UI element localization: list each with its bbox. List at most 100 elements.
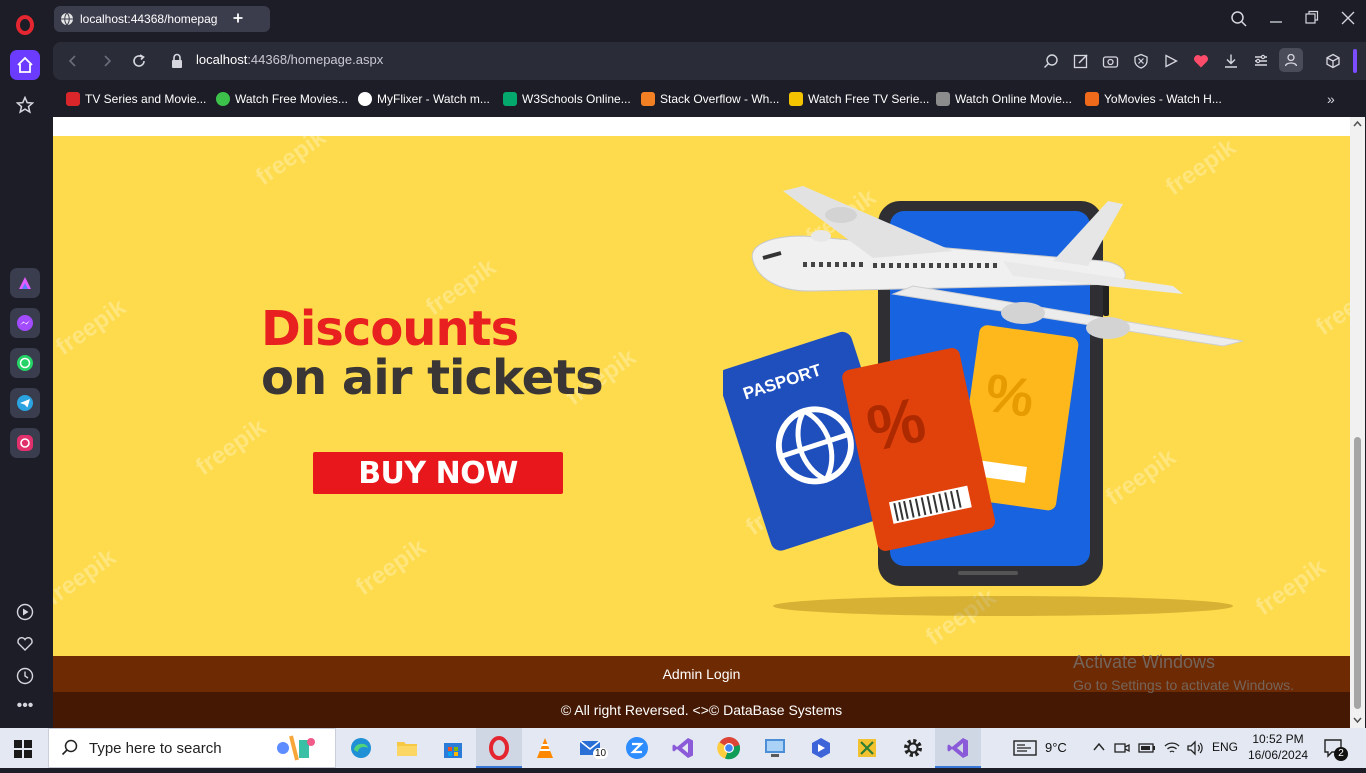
windows-taskbar: Type here to search 10 9°C ENG 10:52 PM … [0, 728, 1366, 768]
bookmark-item[interactable]: Watch Online Movie... [936, 90, 1072, 108]
player-icon[interactable] [10, 597, 40, 627]
bookmark-item[interactable]: MyFlixer - Watch m... [358, 90, 490, 108]
adblock-icon[interactable] [1133, 53, 1149, 74]
bookmark-item[interactable]: Stack Overflow - Wh... [641, 90, 779, 108]
bookmark-favicon-icon [641, 92, 655, 106]
edge-icon[interactable] [349, 736, 373, 760]
page-viewport: freepik freepik freepik freepik freepik … [53, 117, 1365, 728]
visual-studio-active-button[interactable] [935, 728, 981, 768]
instagram-icon[interactable] [10, 428, 40, 458]
bookmark-item[interactable]: TV Series and Movie... [66, 90, 206, 108]
lock-icon[interactable] [170, 53, 184, 74]
forward-icon[interactable] [99, 53, 115, 74]
vlc-icon[interactable] [533, 736, 557, 760]
restore-icon[interactable] [1304, 10, 1320, 31]
edit-icon[interactable] [1073, 53, 1089, 74]
history-icon[interactable] [10, 661, 40, 691]
system-clock[interactable]: 10:52 PM 16/06/2024 [1248, 731, 1308, 763]
notification-icon[interactable]: 2 [1323, 738, 1348, 763]
promo-banner: freepik freepik freepik freepik freepik … [53, 136, 1350, 656]
activate-subtitle: Go to Settings to activate Windows. [1073, 677, 1294, 693]
settings-gear-icon[interactable] [901, 736, 925, 760]
taskbar-search-box[interactable]: Type here to search [48, 728, 336, 768]
clock-date: 16/06/2024 [1248, 748, 1309, 762]
heart-fill-icon[interactable] [1193, 53, 1209, 74]
clock-time: 10:52 PM [1252, 732, 1304, 746]
browser-sidebar: ••• [0, 0, 50, 728]
remote-desktop-icon[interactable] [763, 736, 787, 760]
bookmark-item[interactable]: Watch Free Movies... [216, 90, 348, 108]
sidebar-accent [1353, 49, 1357, 73]
file-explorer-icon[interactable] [395, 736, 419, 760]
profile-icon[interactable] [1279, 48, 1303, 77]
zoom-icon[interactable] [625, 736, 649, 760]
page-scrollbar[interactable] [1350, 117, 1365, 728]
visual-studio-icon[interactable] [671, 736, 695, 760]
activate-title: Activate Windows [1073, 652, 1216, 672]
url-field[interactable]: localhost:44368/homepage.aspx [196, 52, 383, 67]
bookmark-favicon-icon [789, 92, 803, 106]
heart-icon[interactable] [10, 629, 40, 659]
home-icon[interactable] [10, 50, 40, 80]
more-icon[interactable]: ••• [10, 691, 40, 721]
chevron-up-icon[interactable] [1092, 740, 1106, 759]
telegram-icon[interactable] [10, 388, 40, 418]
weather-temp[interactable]: 9°C [1045, 740, 1067, 755]
mail-badge: 10 [593, 748, 609, 759]
bookmark-item[interactable]: YoMovies - Watch H... [1085, 90, 1222, 108]
bookmark-item[interactable]: Watch Free TV Serie... [789, 90, 929, 108]
mail-icon[interactable]: 10 [579, 736, 609, 760]
messenger-icon[interactable] [10, 308, 40, 338]
volume-icon[interactable] [1186, 740, 1204, 761]
back-icon[interactable] [65, 53, 81, 74]
snipping-tool-icon[interactable] [855, 736, 879, 760]
bookmark-label: Watch Free TV Serie... [808, 92, 930, 106]
watermark-text: freepik [351, 533, 431, 601]
battery-icon[interactable] [1138, 740, 1156, 761]
wifi-icon[interactable] [1163, 740, 1181, 761]
new-tab-icon[interactable] [228, 8, 248, 33]
bookmark-label: Stack Overflow - Wh... [660, 92, 780, 106]
star-icon[interactable] [10, 90, 40, 120]
whatsapp-icon[interactable] [10, 348, 40, 378]
windows-start-icon[interactable] [14, 740, 32, 763]
chrome-icon[interactable] [717, 736, 741, 760]
notification-badge: 2 [1334, 747, 1348, 761]
bookmarks-overflow-icon[interactable]: » [1327, 90, 1335, 108]
watermark-text: freepik [191, 413, 271, 481]
flow-icon[interactable] [1163, 53, 1179, 74]
watermark-text: freepik [53, 293, 131, 361]
bookmark-label: Watch Free Movies... [235, 92, 348, 106]
bookmark-item[interactable]: W3Schools Online... [503, 90, 631, 108]
reload-icon[interactable] [131, 53, 147, 74]
bookmark-label: Watch Online Movie... [955, 92, 1072, 106]
globe-icon [60, 12, 74, 26]
bookmark-favicon-icon [66, 92, 80, 106]
scroll-thumb[interactable] [1354, 437, 1361, 709]
minimize-icon[interactable] [1268, 10, 1284, 31]
admin-login-link[interactable]: Admin Login [663, 666, 741, 682]
opera-logo-icon[interactable] [10, 10, 40, 40]
bookmark-favicon-icon [216, 92, 230, 106]
weather-icon[interactable] [1013, 739, 1037, 762]
search-placeholder: Type here to search [89, 739, 222, 757]
tab-strip: localhost:44368/homepag [50, 0, 1366, 40]
microsoft-store-icon[interactable] [441, 736, 465, 760]
language-indicator[interactable]: ENG [1212, 740, 1238, 754]
meet-now-icon[interactable] [1114, 740, 1130, 761]
aria-icon[interactable] [10, 268, 40, 298]
bookmark-favicon-icon [358, 92, 372, 106]
extensions-icon[interactable] [1325, 53, 1341, 74]
opera-taskbar-button[interactable] [476, 728, 522, 768]
search-tabs-icon[interactable] [1230, 10, 1248, 33]
power-automate-icon[interactable] [809, 736, 833, 760]
headline-discounts: Discounts [261, 301, 519, 357]
camera-icon[interactable] [1102, 53, 1119, 74]
buy-now-button[interactable]: BUY NOW [313, 452, 563, 494]
search-page-icon[interactable] [1043, 53, 1059, 74]
close-icon[interactable] [1340, 10, 1356, 31]
bookmark-label: W3Schools Online... [522, 92, 631, 106]
download-icon[interactable] [1223, 53, 1239, 74]
bookmark-label: MyFlixer - Watch m... [377, 92, 490, 106]
easy-setup-icon[interactable] [1253, 53, 1269, 74]
